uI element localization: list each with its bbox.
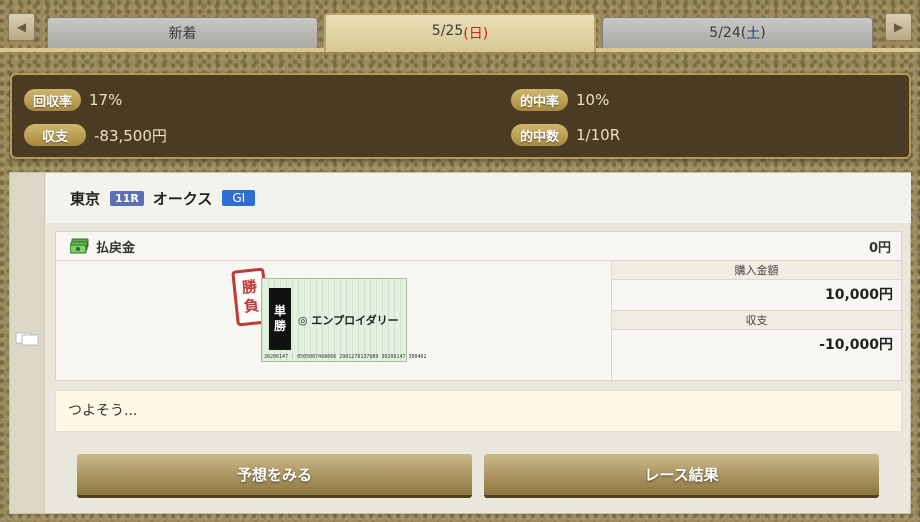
- race-header[interactable]: 東京 11R オークス GI: [46, 173, 911, 223]
- view-prediction-button[interactable]: 予想をみる: [77, 454, 472, 498]
- tab-day-sunday: (日): [463, 26, 489, 42]
- race-name: オークス: [152, 189, 213, 208]
- hit-count-stat: 的中数 1/10R: [511, 124, 620, 146]
- hit-rate-stat: 的中率 10%: [511, 89, 609, 111]
- tab-day-saturday: 土: [746, 26, 761, 42]
- bet-type-char-2: 勝: [273, 319, 286, 333]
- payout-amount: 0円: [868, 240, 891, 256]
- tab-date-label: 5/25: [431, 23, 464, 39]
- hit-rate-label: 的中率: [511, 89, 569, 111]
- bet-type-char-1: 単: [273, 304, 286, 318]
- race-venue: 東京: [70, 189, 101, 208]
- race-card: 東京 11R オークス GI 払戻金 0円 勝 負 単 勝 ◎ エンプロイダリー…: [9, 172, 911, 514]
- balance-stat: 収支 -83,500円: [24, 124, 167, 146]
- stamp-char-2: 負: [243, 296, 260, 316]
- bet-type-label: 単 勝: [269, 288, 291, 350]
- stamp-char-1: 勝: [241, 277, 258, 297]
- hit-count-label: 的中数: [511, 124, 569, 146]
- left-arrow-icon: ◀: [16, 20, 27, 34]
- balance-label: 収支: [24, 124, 86, 146]
- ticket-side-strip[interactable]: [10, 173, 45, 513]
- hit-rate-value: 10%: [576, 91, 610, 109]
- race-result-button[interactable]: レース結果: [484, 454, 879, 498]
- balance-value: -83,500円: [94, 126, 167, 145]
- next-arrow-button[interactable]: ▶: [885, 13, 912, 41]
- tab-date-label: 5/24: [709, 25, 741, 41]
- race-balance-label: 収支: [612, 311, 901, 330]
- prev-arrow-button[interactable]: ◀: [8, 13, 35, 41]
- horse-name: ◎ エンプロイダリー: [298, 314, 399, 327]
- race-balance: -10,000円: [819, 337, 893, 353]
- payout-row: 払戻金 0円: [56, 232, 901, 261]
- recovery-label: 回収率: [24, 89, 82, 111]
- tab-new-label: 新着: [168, 26, 197, 42]
- recovery-value: 17%: [89, 91, 123, 109]
- payout-label: 払戻金: [96, 240, 136, 256]
- ticket-area: 勝 負 単 勝 ◎ エンプロイダリー 30206147 · 05050074​6…: [56, 261, 612, 381]
- tab-date-0524[interactable]: 5/24(土): [602, 17, 873, 48]
- grade-badge: GI: [222, 190, 256, 206]
- purchase-info: 購入金額 10,000円 収支 -10,000円: [612, 261, 901, 381]
- betting-ticket: 単 勝 ◎ エンプロイダリー 30206147 · 05050074​68066…: [261, 278, 427, 362]
- ticket-barcode-text: 30206147 · 05050074​68066 29012701​37989…: [264, 354, 427, 360]
- race-number-badge: 11R: [110, 190, 144, 206]
- hit-count-value: 1/10R: [576, 126, 621, 144]
- money-icon: [70, 238, 89, 254]
- payout-box: 払戻金 0円 勝 負 単 勝 ◎ エンプロイダリー 30206147 · 050…: [55, 231, 902, 381]
- tab-paren-close: ): [760, 25, 766, 41]
- purchase-amount: 10,000円: [612, 280, 901, 311]
- date-tab-bar: ◀ 新着 5/25 (日) 5/24(土) ▶: [0, 0, 920, 52]
- tab-new[interactable]: 新着: [47, 17, 318, 48]
- comment-box: つよそう...: [55, 390, 902, 432]
- summary-panel: 回収率 17% 収支 -83,500円 的中率 10% 的中数 1/10R: [10, 73, 911, 159]
- right-arrow-icon: ▶: [893, 20, 904, 34]
- ticket-icon: [15, 332, 39, 346]
- tab-date-0525[interactable]: 5/25 (日): [324, 13, 596, 52]
- recovery-stat: 回収率 17%: [24, 89, 122, 111]
- purchase-amount-label: 購入金額: [612, 261, 901, 280]
